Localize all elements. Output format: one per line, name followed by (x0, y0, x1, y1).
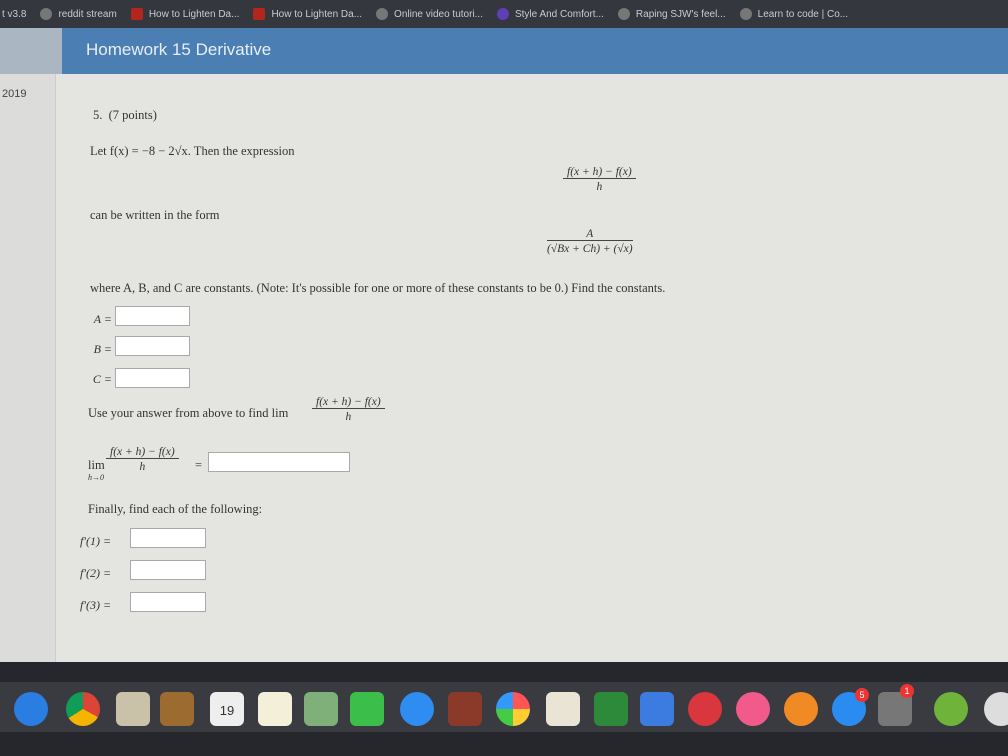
fraction-denominator: h (596, 181, 603, 193)
pages-icon[interactable] (546, 692, 580, 726)
bookmark-youtube-1[interactable]: How to Lighten Da... (130, 8, 240, 20)
calendar-icon[interactable]: 19 (210, 692, 244, 726)
bookmark-label: Style And Comfort... (514, 8, 604, 20)
label-fprime-2: f′(2) = (80, 566, 112, 580)
bookmark-label: reddit stream (58, 8, 117, 20)
site-icon (617, 8, 630, 20)
sidebar: 2019 (0, 74, 56, 662)
fraction-denominator: h (345, 411, 352, 423)
limit-quotient: f(x + h) − f(x) h (312, 396, 385, 423)
bookmark-label: t v3.8 (2, 8, 27, 20)
equals-sign: = (195, 458, 203, 472)
fprime-1-input[interactable] (130, 528, 206, 548)
fraction-numerator: f(x + h) − f(x) (563, 166, 636, 179)
safari-icon[interactable] (14, 692, 48, 726)
where-text: where A, B, and C are constants. (Note: … (90, 281, 666, 295)
answer-b-input[interactable] (115, 336, 190, 356)
problem-area: 2019 5. (7 points) Let f(x) = −8 − 2√x. … (0, 74, 1008, 662)
calendar-day: 19 (219, 703, 235, 718)
label-fprime-1: f′(1) = (80, 534, 112, 548)
youtube-icon (130, 8, 143, 20)
photos-icon[interactable] (496, 692, 530, 726)
bookmark-0[interactable]: t v3.8 (2, 9, 26, 20)
bookmark-label: Online video tutori... (394, 8, 483, 20)
lim-text: lim (88, 458, 105, 472)
site-icon (739, 8, 752, 20)
sidebar-year: 2019 (2, 88, 27, 100)
news-icon[interactable] (688, 692, 722, 726)
mail-icon[interactable] (116, 692, 150, 726)
messages-icon[interactable] (400, 692, 434, 726)
contacts-icon[interactable] (160, 692, 194, 726)
settings-badge: 1 (900, 684, 914, 698)
utorrent-icon[interactable] (934, 692, 968, 726)
chrome-icon[interactable] (66, 692, 100, 726)
form-text: can be written in the form (90, 208, 220, 222)
fraction-numerator: f(x + h) − f(x) (312, 396, 385, 409)
label-b: B = (93, 342, 112, 356)
globe-icon (40, 8, 53, 20)
bookmark-youtube-2[interactable]: How to Lighten Da... (253, 8, 362, 20)
bookmark-reddit[interactable]: reddit stream (40, 8, 117, 20)
peace-icon (496, 8, 509, 20)
finally-text: Finally, find each of the following: (88, 502, 263, 516)
limit-answer-input[interactable] (208, 452, 350, 472)
page-title: Homework 15 Derivative (86, 40, 272, 59)
answer-a-input[interactable] (115, 306, 190, 326)
fraction-denominator: (√Bx + Ch) + (√x) (547, 243, 633, 255)
target-form: A (√Bx + Ch) + (√x) (547, 228, 633, 255)
bookmark-label: How to Lighten Da... (148, 8, 240, 20)
answer-c-input[interactable] (115, 368, 190, 388)
header-left-panel (0, 28, 62, 74)
label-a: A = (93, 312, 112, 326)
limit-quotient-2: f(x + h) − f(x) h (106, 446, 179, 473)
problem-points: (7 points) (108, 108, 157, 122)
youtube-icon (253, 8, 266, 20)
bookmark-sjw[interactable]: Raping SJW's feel... (617, 8, 726, 20)
limit-text: Use your answer from above to find lim (88, 406, 289, 420)
bookmark-label: Raping SJW's feel... (635, 8, 726, 20)
problem-heading: 5. (7 points) (93, 108, 157, 123)
numbers-icon[interactable] (594, 692, 628, 726)
itunes-icon[interactable] (736, 692, 770, 726)
fraction-numerator: f(x + h) − f(x) (106, 446, 179, 459)
notes-icon[interactable] (258, 692, 292, 726)
maps-icon[interactable] (304, 692, 338, 726)
fprime-2-input[interactable] (130, 560, 206, 580)
bookmark-label: How to Lighten Da... (271, 8, 363, 20)
dock: 19 5 1 (0, 662, 1008, 756)
problem-intro: Let f(x) = −8 − 2√x. Then the expression (90, 144, 295, 158)
difference-quotient: f(x + h) − f(x) h (563, 166, 636, 193)
problem-number: 5. (93, 108, 103, 122)
page-header: Homework 15 Derivative (0, 28, 1008, 74)
facetime-icon[interactable] (350, 692, 384, 726)
bookmark-label: Learn to code | Co... (757, 8, 849, 20)
label-fprime-3: f′(3) = (80, 598, 112, 612)
bookmarks-bar: t v3.8 reddit stream How to Lighten Da..… (0, 0, 1008, 28)
bookmark-learn-code[interactable]: Learn to code | Co... (739, 8, 849, 20)
app-store-badge: 5 (855, 688, 869, 702)
fprime-3-input[interactable] (130, 592, 206, 612)
photo-booth-icon[interactable] (448, 692, 482, 726)
bookmark-video-tutorial[interactable]: Online video tutori... (376, 8, 483, 20)
lim-subscript: h→0 (88, 473, 104, 482)
keynote-icon[interactable] (640, 692, 674, 726)
bookmark-style[interactable]: Style And Comfort... (496, 8, 604, 20)
fraction-numerator: A (547, 228, 633, 241)
fraction-denominator: h (139, 461, 146, 473)
ibooks-icon[interactable] (784, 692, 818, 726)
label-c: C = (92, 372, 112, 386)
limit-label: lim h→0 (88, 458, 105, 482)
site-icon (376, 8, 389, 20)
